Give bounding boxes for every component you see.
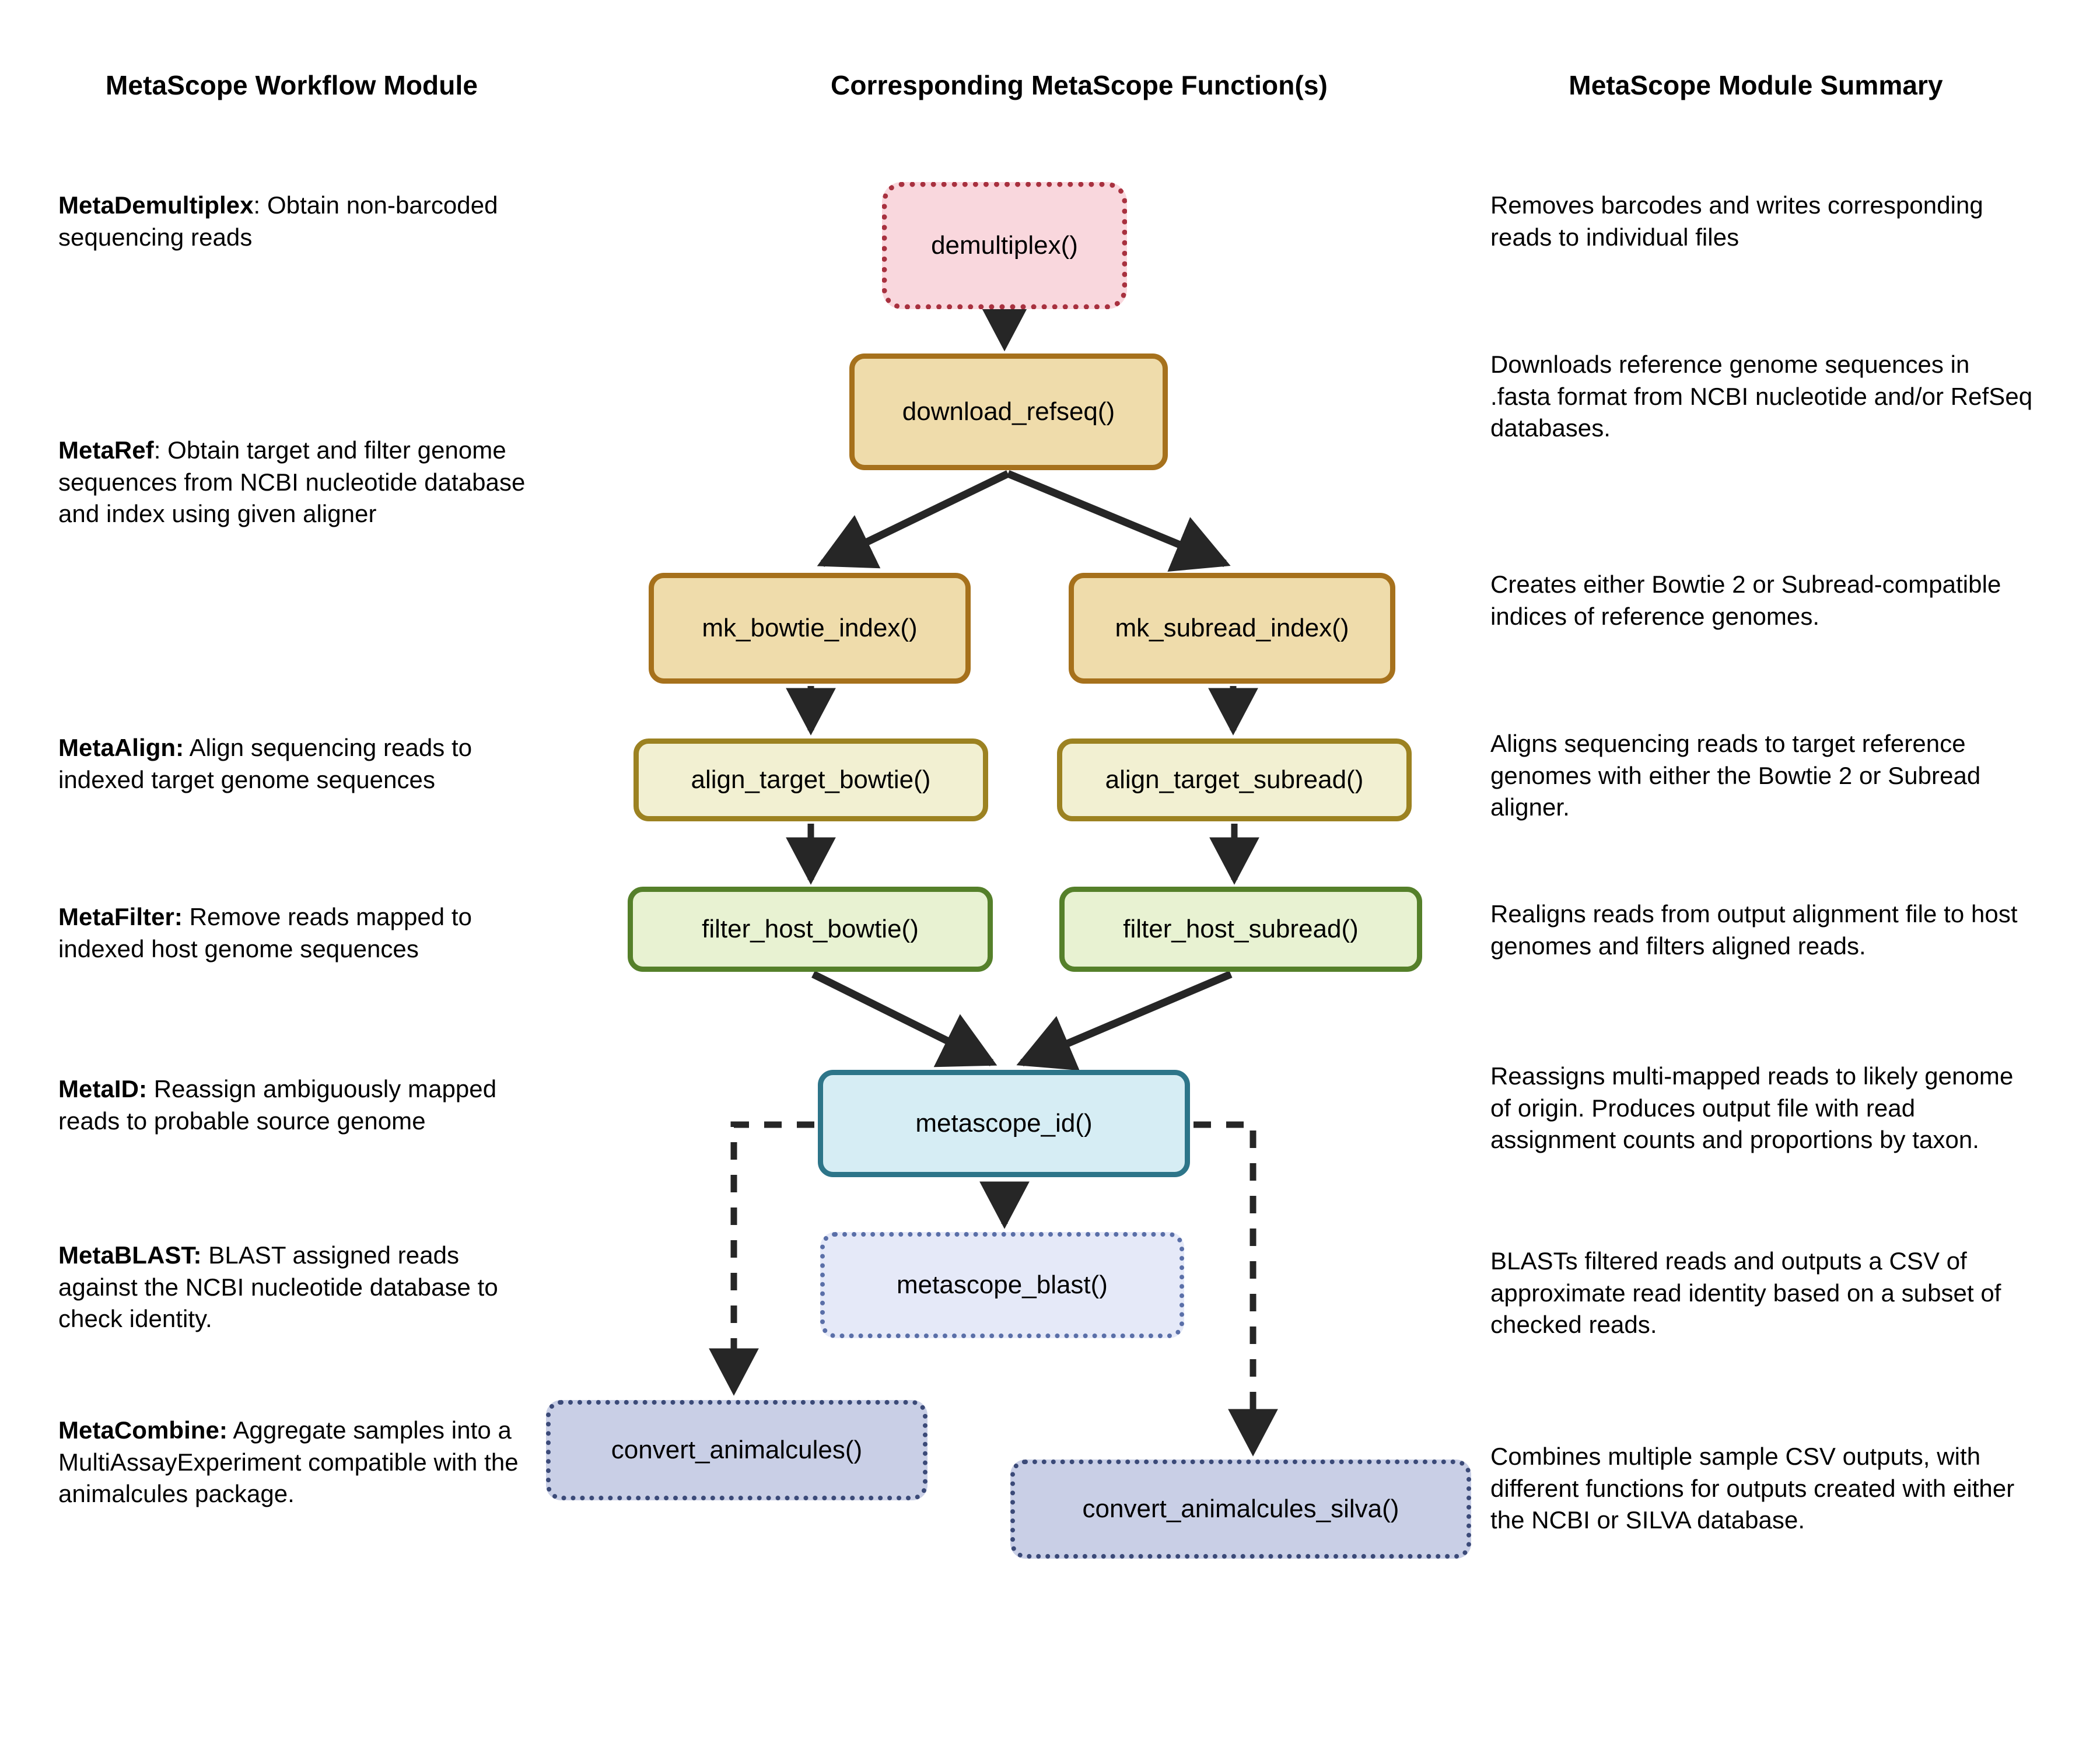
node-filter-host-subread[interactable]: filter_host_subread(): [1059, 887, 1422, 972]
node-align-target-bowtie[interactable]: align_target_bowtie(): [634, 738, 988, 821]
node-convert-animalcules[interactable]: convert_animalcules(): [546, 1400, 928, 1500]
edge-download-to-mksubread: [1006, 470, 1231, 572]
node-mk-subread-index[interactable]: mk_subread_index(): [1069, 573, 1395, 684]
node-download-refseq[interactable]: download_refseq(): [849, 354, 1168, 470]
edge-download-to-mkbowtie: [817, 470, 1010, 569]
edge-metascopeid-to-convert: [709, 1121, 814, 1396]
node-mk-bowtie-index[interactable]: mk_bowtie_index(): [649, 573, 971, 684]
diagram-canvas: MetaScope Workflow Module Corresponding …: [0, 0, 2100, 1750]
node-metascope-blast[interactable]: metascope_blast(): [820, 1232, 1184, 1338]
node-filter-host-bowtie[interactable]: filter_host_bowtie(): [628, 887, 993, 972]
node-align-target-subread[interactable]: align_target_subread(): [1057, 738, 1412, 821]
node-demultiplex[interactable]: demultiplex(): [882, 182, 1127, 309]
edge-filtersubread-to-metascopeid: [1016, 971, 1233, 1071]
node-metascope-id[interactable]: metascope_id(): [818, 1070, 1190, 1177]
edge-metascopeid-to-convertsilva: [1194, 1121, 1278, 1457]
edge-filterbowtie-to-metascopeid: [811, 971, 998, 1068]
node-convert-animalcules-silva[interactable]: convert_animalcules_silva(): [1010, 1460, 1471, 1559]
